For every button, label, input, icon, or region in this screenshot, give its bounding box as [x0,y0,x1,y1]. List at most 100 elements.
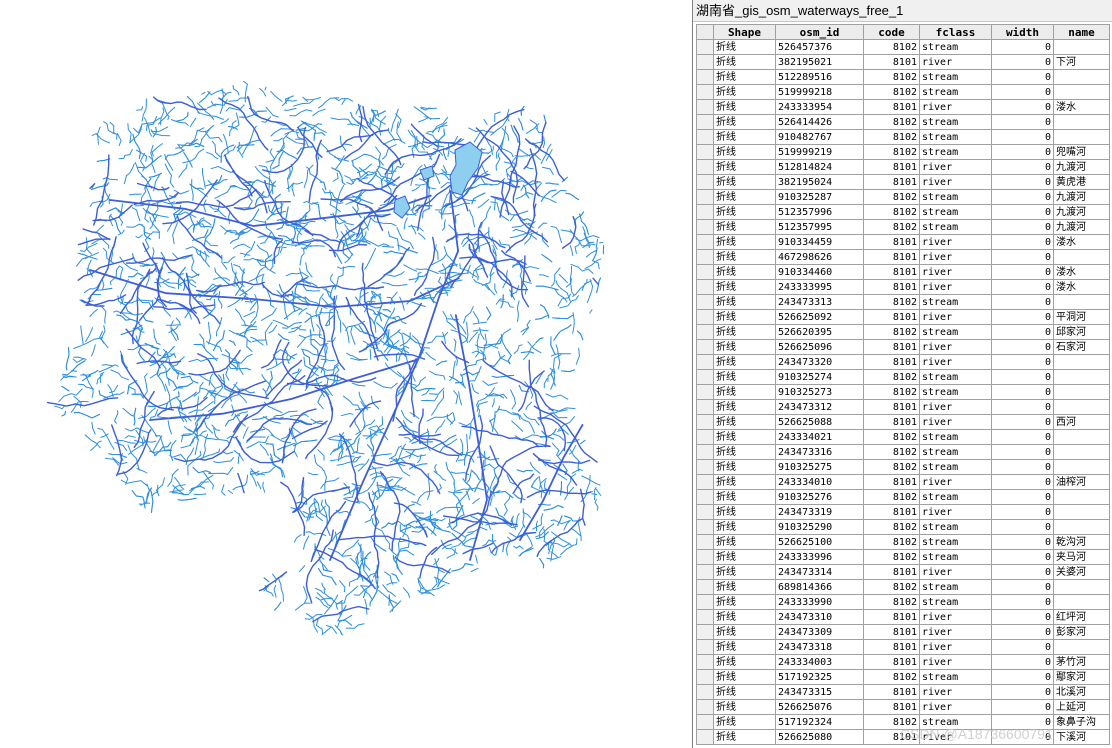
cell-shape[interactable]: 折线 [713,204,776,220]
table-row[interactable]: 折线 243473309 8101 river 0 彭家河 [696,624,1110,640]
cell-osm-id[interactable]: 243333995 [775,279,864,295]
row-selector[interactable] [696,129,714,145]
cell-shape[interactable]: 折线 [713,354,776,370]
cell-osm-id[interactable]: 526414426 [775,114,864,130]
cell-osm-id[interactable]: 243473320 [775,354,864,370]
row-selector[interactable] [696,204,714,220]
cell-width[interactable]: 0 [991,309,1054,325]
row-selector[interactable] [696,474,714,490]
cell-name[interactable]: 溇水 [1053,99,1110,115]
row-selector[interactable] [696,669,714,685]
cell-code[interactable]: 8102 [863,84,920,100]
cell-width[interactable]: 0 [991,84,1054,100]
cell-osm-id[interactable]: 243334021 [775,429,864,445]
cell-fclass[interactable]: river [919,309,992,325]
cell-osm-id[interactable]: 910325274 [775,369,864,385]
cell-name[interactable] [1053,114,1110,130]
cell-code[interactable]: 8102 [863,534,920,550]
cell-fclass[interactable]: river [919,639,992,655]
cell-width[interactable]: 0 [991,654,1054,670]
row-selector[interactable] [696,339,714,355]
cell-width[interactable]: 0 [991,609,1054,625]
cell-osm-id[interactable]: 910325287 [775,189,864,205]
row-selector[interactable] [696,384,714,400]
cell-osm-id[interactable]: 526620395 [775,324,864,340]
cell-name[interactable] [1053,444,1110,460]
cell-width[interactable]: 0 [991,264,1054,280]
cell-shape[interactable]: 折线 [713,669,776,685]
cell-width[interactable]: 0 [991,444,1054,460]
cell-shape[interactable]: 折线 [713,639,776,655]
table-row[interactable]: 折线 910334459 8101 river 0 溇水 [696,234,1110,250]
cell-name[interactable] [1053,504,1110,520]
cell-width[interactable]: 0 [991,624,1054,640]
row-selector[interactable] [696,639,714,655]
cell-name[interactable]: 彭家河 [1053,624,1110,640]
cell-width[interactable]: 0 [991,639,1054,655]
row-selector[interactable] [696,234,714,250]
cell-fclass[interactable]: stream [919,324,992,340]
table-row[interactable]: 折线 526620395 8102 stream 0 邱家河 [696,324,1110,340]
table-row[interactable]: 折线 519999218 8102 stream 0 [696,84,1110,100]
cell-name[interactable]: 茅竹河 [1053,654,1110,670]
cell-osm-id[interactable]: 243473310 [775,609,864,625]
cell-shape[interactable]: 折线 [713,189,776,205]
column-header-name[interactable]: name [1053,24,1110,40]
cell-fclass[interactable]: river [919,684,992,700]
row-selector[interactable] [696,399,714,415]
attribute-table-window[interactable]: 湖南省_gis_osm_waterways_free_1 Shape osm_id… [692,0,1112,748]
cell-name[interactable] [1053,519,1110,535]
cell-width[interactable]: 0 [991,399,1054,415]
cell-width[interactable]: 0 [991,564,1054,580]
table-row[interactable]: 折线 243473316 8102 stream 0 [696,444,1110,460]
cell-shape[interactable]: 折线 [713,549,776,565]
cell-name[interactable]: 北溪河 [1053,684,1110,700]
cell-osm-id[interactable]: 910325290 [775,519,864,535]
row-selector[interactable] [696,684,714,700]
cell-fclass[interactable]: stream [919,69,992,85]
cell-shape[interactable]: 折线 [713,294,776,310]
cell-osm-id[interactable]: 243473316 [775,444,864,460]
cell-osm-id[interactable]: 243333990 [775,594,864,610]
cell-fclass[interactable]: river [919,354,992,370]
table-row[interactable]: 折线 910334460 8101 river 0 溇水 [696,264,1110,280]
cell-osm-id[interactable]: 243333996 [775,549,864,565]
row-selector[interactable] [696,189,714,205]
cell-shape[interactable]: 折线 [713,129,776,145]
cell-code[interactable]: 8101 [863,339,920,355]
table-row[interactable]: 折线 526625096 8101 river 0 石家河 [696,339,1110,355]
cell-osm-id[interactable]: 512814824 [775,159,864,175]
cell-osm-id[interactable]: 526457376 [775,39,864,55]
cell-fclass[interactable]: stream [919,204,992,220]
table-row[interactable]: 折线 526625076 8101 river 0 上延河 [696,699,1110,715]
cell-fclass[interactable]: stream [919,129,992,145]
cell-width[interactable]: 0 [991,669,1054,685]
table-row[interactable]: 折线 512357996 8102 stream 0 九渡河 [696,204,1110,220]
cell-code[interactable]: 8102 [863,489,920,505]
cell-width[interactable]: 0 [991,39,1054,55]
cell-shape[interactable]: 折线 [713,264,776,280]
cell-width[interactable]: 0 [991,294,1054,310]
table-row[interactable]: 折线 382195024 8101 river 0 黄虎港 [696,174,1110,190]
cell-code[interactable]: 8102 [863,324,920,340]
cell-fclass[interactable]: stream [919,549,992,565]
cell-width[interactable]: 0 [991,204,1054,220]
cell-code[interactable]: 8101 [863,54,920,70]
cell-name[interactable] [1053,639,1110,655]
row-selector[interactable] [696,504,714,520]
table-row[interactable]: 折线 243473313 8102 stream 0 [696,294,1110,310]
map-view[interactable] [0,0,690,748]
cell-fclass[interactable]: stream [919,489,992,505]
cell-name[interactable]: 邱家河 [1053,324,1110,340]
cell-name[interactable]: 九渡河 [1053,159,1110,175]
cell-code[interactable]: 8102 [863,594,920,610]
cell-shape[interactable]: 折线 [713,489,776,505]
cell-osm-id[interactable]: 526625096 [775,339,864,355]
cell-name[interactable] [1053,84,1110,100]
cell-code[interactable]: 8101 [863,249,920,265]
row-selector[interactable] [696,324,714,340]
row-selector[interactable] [696,549,714,565]
cell-shape[interactable]: 折线 [713,144,776,160]
cell-shape[interactable]: 折线 [713,429,776,445]
cell-code[interactable]: 8101 [863,654,920,670]
